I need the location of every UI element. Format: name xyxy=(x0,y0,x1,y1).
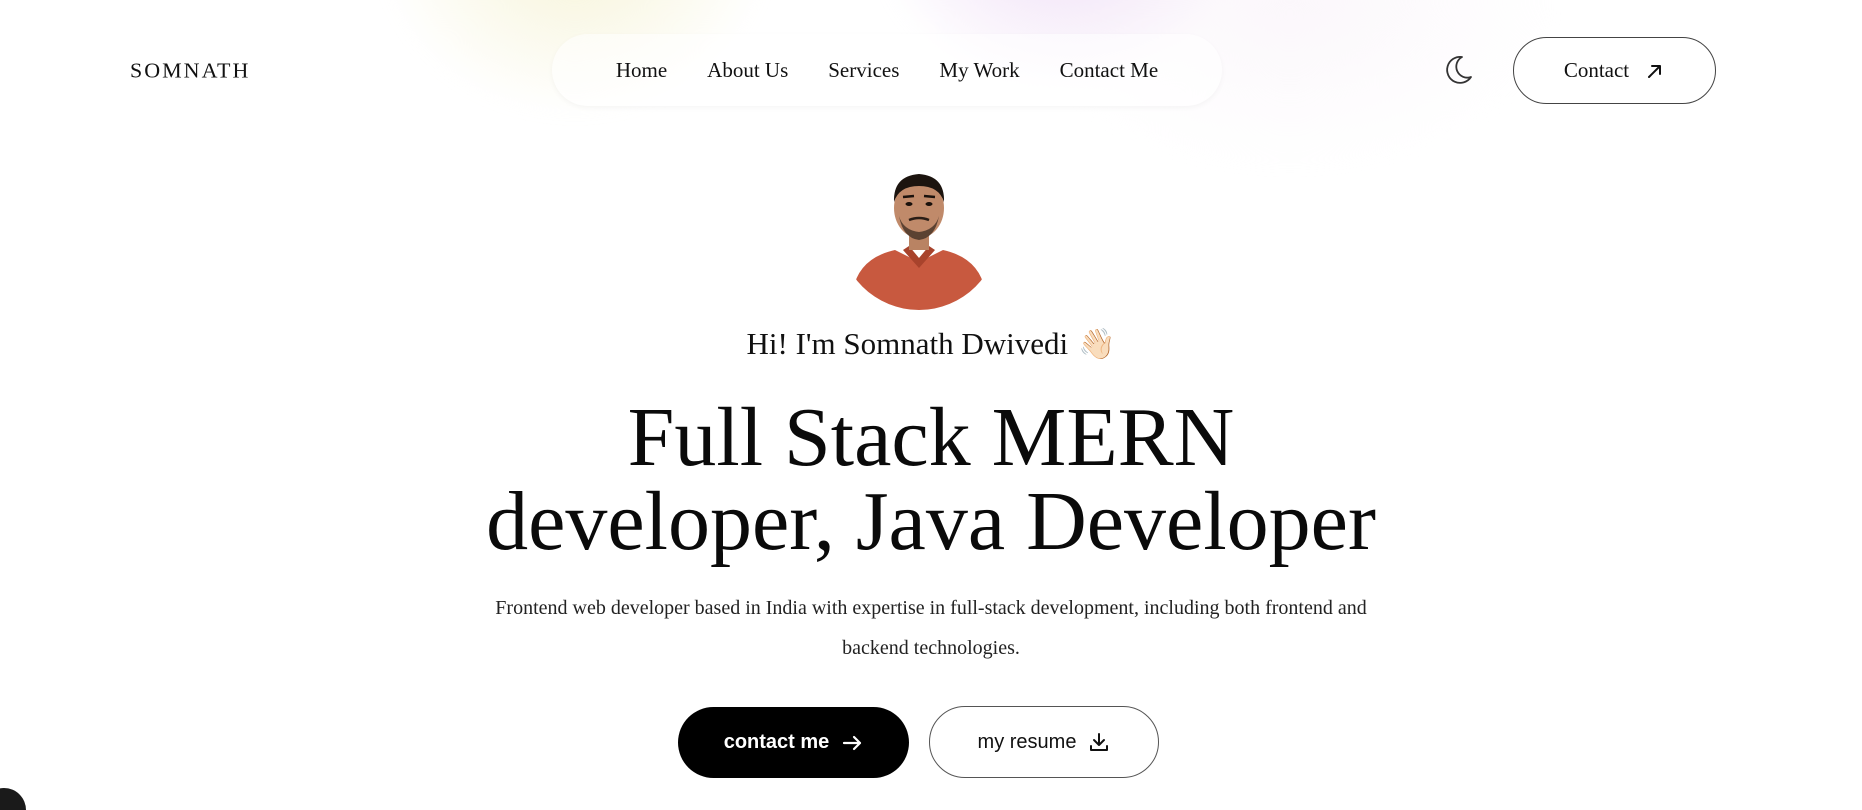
arrow-up-right-icon xyxy=(1648,64,1662,78)
headline-line-1: Full Stack MERN xyxy=(627,391,1235,484)
profile-photo xyxy=(839,150,999,310)
hero-description: Frontend web developer based in India wi… xyxy=(495,597,1367,659)
contact-me-button[interactable]: contact me xyxy=(678,707,909,778)
download-icon xyxy=(1090,733,1109,751)
avatar xyxy=(839,150,999,310)
site-logo[interactable]: SOMNATH xyxy=(130,59,250,84)
main-nav: Home About Us Services My Work Contact M… xyxy=(552,34,1222,106)
hero-headline: Full Stack MERN developer, Java Develope… xyxy=(0,396,1862,564)
contact-me-label: contact me xyxy=(723,731,830,753)
nav-item-home[interactable]: Home xyxy=(616,58,667,83)
moon-icon[interactable] xyxy=(1441,53,1475,87)
greeting-text: Hi! I'm Somnath Dwivedi xyxy=(746,326,1069,361)
nav-item-contact-me[interactable]: Contact Me xyxy=(1060,58,1159,83)
header-contact-button[interactable]: Contact xyxy=(1513,37,1716,104)
header-contact-label: Contact xyxy=(1563,58,1630,82)
nav-item-about-us[interactable]: About Us xyxy=(707,58,788,83)
headline-line-2: developer, Java Developer xyxy=(486,475,1376,568)
my-resume-label: my resume xyxy=(977,730,1077,753)
waving-hand-icon: 👋🏻 xyxy=(1078,327,1116,362)
my-resume-button[interactable]: my resume xyxy=(929,706,1159,778)
nav-item-my-work[interactable]: My Work xyxy=(939,58,1019,83)
accessibility-widget-button[interactable] xyxy=(0,788,26,810)
nav-item-services[interactable]: Services xyxy=(828,58,899,83)
hero-greeting: Hi! I'm Somnath Dwivedi 👋🏻 xyxy=(0,326,1862,362)
arrow-right-icon xyxy=(843,735,862,750)
